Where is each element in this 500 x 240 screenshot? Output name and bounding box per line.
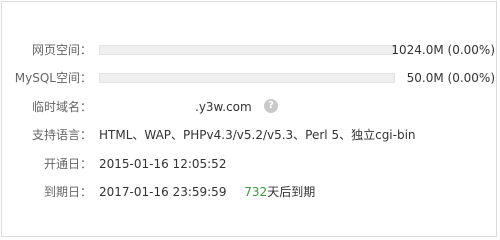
temp-domain-value[interactable]: .y3w.com: [99, 98, 252, 116]
expire-date-label: 到期日：: [43, 185, 92, 199]
languages-label: 支持语言：: [31, 128, 92, 142]
temp-domain-suffix: .y3w.com: [195, 100, 252, 114]
temp-domain-row: 临时域名： .y3w.com ?: [2, 98, 498, 116]
days-left-suffix: 天后到期: [267, 185, 316, 199]
expire-date-text: 2017-01-16 23:59:59: [99, 185, 227, 199]
open-date-value: 2015-01-16 12:05:52: [99, 157, 227, 171]
question-circle-icon[interactable]: ?: [264, 99, 278, 113]
open-date-row: 开通日： 2015-01-16 12:05:52: [2, 155, 498, 173]
days-left-count: 732: [244, 185, 268, 199]
mysql-space-progress-bar: [99, 73, 395, 83]
host-info-panel: 网页空间： 1024.0M (0.00%) MySQL空间： 50.0M (0.…: [1, 1, 497, 237]
web-space-row: 网页空间： 1024.0M (0.00%): [2, 41, 498, 59]
temp-domain-redacted: [99, 98, 195, 114]
web-space-usage: 1024.0M (0.00%): [391, 43, 495, 57]
mysql-space-row: MySQL空间： 50.0M (0.00%): [2, 69, 498, 87]
mysql-space-usage: 50.0M (0.00%): [406, 71, 495, 85]
web-space-label: 网页空间：: [31, 43, 92, 57]
languages-row: 支持语言： HTML、WAP、PHPv4.3/v5.2/v5.3、Perl 5、…: [2, 126, 498, 144]
languages-value: HTML、WAP、PHPv4.3/v5.2/v5.3、Perl 5、独立cgi-…: [99, 128, 416, 142]
temp-domain-label: 临时域名：: [31, 100, 92, 114]
mysql-space-label: MySQL空间：: [14, 71, 92, 85]
expire-date-value: 2017-01-16 23:59:59 732天后到期: [99, 183, 315, 201]
expire-date-row: 到期日： 2017-01-16 23:59:59 732天后到期: [2, 183, 498, 201]
open-date-label: 开通日：: [43, 157, 92, 171]
web-space-progress-bar: [99, 45, 395, 55]
